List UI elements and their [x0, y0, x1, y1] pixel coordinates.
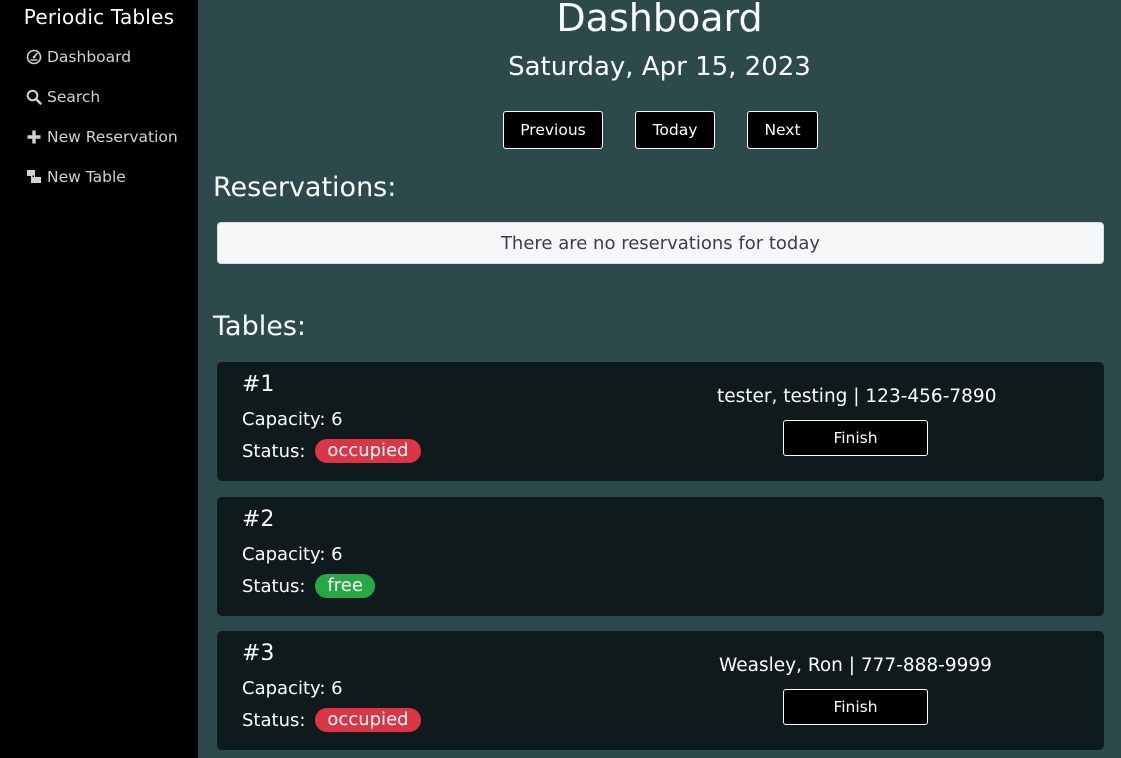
- sidebar-item-label: New Reservation: [47, 128, 178, 146]
- current-date: Saturday, Apr 15, 2023: [508, 52, 811, 82]
- page-title: Dashboard: [556, 0, 763, 40]
- table-capacity: Capacity: 6: [242, 678, 343, 699]
- table-name: #2: [242, 507, 275, 532]
- status-badge: occupied: [315, 439, 421, 463]
- status-label: Status:: [242, 709, 306, 731]
- table-name: #1: [242, 372, 275, 397]
- sidebar-item-dashboard[interactable]: Dashboard: [26, 45, 131, 69]
- sidebar: Periodic Tables Dashboard Search New Res…: [0, 0, 198, 758]
- main-content: Dashboard Saturday, Apr 15, 2023 Previou…: [198, 0, 1121, 758]
- table-card: #3 Capacity: 6 Status: occupied Weasley,…: [217, 631, 1104, 750]
- status-badge: occupied: [315, 708, 421, 732]
- previous-button[interactable]: Previous: [503, 111, 603, 149]
- table-icon: [26, 169, 42, 185]
- table-card: #1 Capacity: 6 Status: occupied tester, …: [217, 362, 1104, 481]
- sidebar-item-new-table[interactable]: New Table: [26, 165, 126, 189]
- table-card: #2 Capacity: 6 Status: free: [217, 497, 1104, 616]
- status-label: Status:: [242, 575, 306, 597]
- table-status: Status: occupied: [242, 708, 421, 732]
- brand-title[interactable]: Periodic Tables: [0, 5, 198, 29]
- table-capacity: Capacity: 6: [242, 544, 343, 565]
- sidebar-item-label: Search: [47, 88, 101, 106]
- table-name: #3: [242, 641, 275, 666]
- seated-reservation: tester, testing | 123-456-7890: [717, 386, 997, 407]
- table-capacity: Capacity: 6: [242, 409, 343, 430]
- sidebar-item-label: New Table: [47, 168, 126, 186]
- today-button[interactable]: Today: [635, 111, 715, 149]
- dashboard-icon: [26, 49, 42, 65]
- reservations-heading: Reservations:: [213, 172, 397, 203]
- sidebar-item-search[interactable]: Search: [26, 85, 100, 109]
- search-icon: [26, 89, 42, 105]
- table-status: Status: occupied: [242, 439, 421, 463]
- seated-reservation: Weasley, Ron | 777-888-9999: [719, 655, 992, 676]
- plus-icon: [26, 129, 42, 145]
- tables-heading: Tables:: [213, 311, 306, 342]
- status-badge: free: [315, 574, 375, 598]
- sidebar-item-new-reservation[interactable]: New Reservation: [26, 125, 178, 149]
- table-status: Status: free: [242, 574, 375, 598]
- next-button[interactable]: Next: [747, 111, 818, 149]
- sidebar-item-label: Dashboard: [47, 48, 132, 66]
- finish-button[interactable]: Finish: [783, 420, 928, 456]
- status-label: Status:: [242, 440, 306, 462]
- finish-button[interactable]: Finish: [783, 689, 928, 725]
- reservations-empty-alert: There are no reservations for today: [217, 222, 1104, 264]
